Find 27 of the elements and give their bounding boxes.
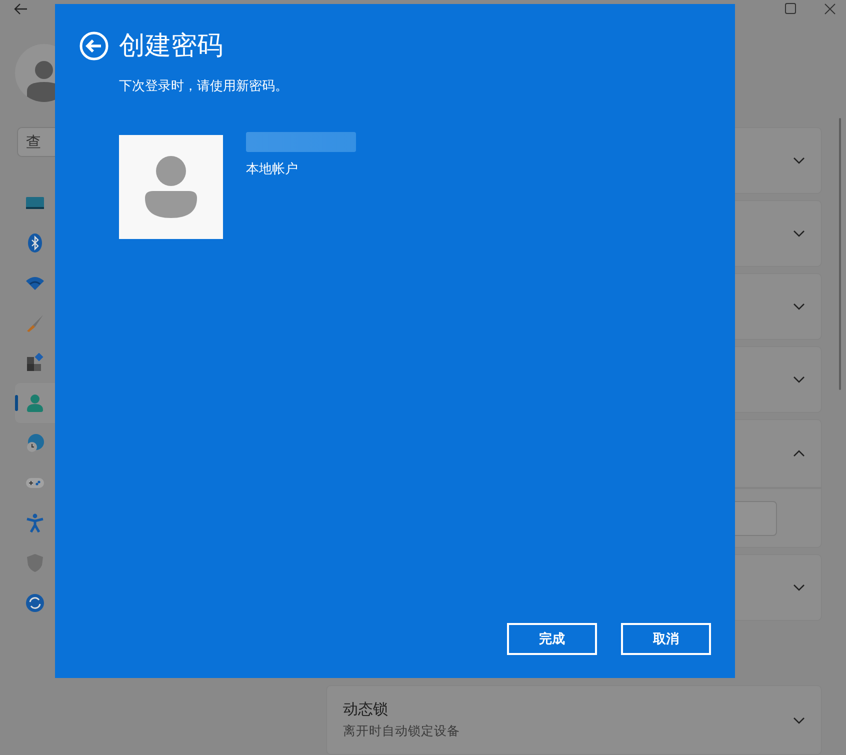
chevron-down-icon[interactable] (793, 376, 805, 383)
card-title: 动态锁 (343, 700, 389, 719)
chevron-up-icon[interactable] (793, 450, 805, 457)
update-icon (25, 593, 45, 613)
chevron-down-icon[interactable] (793, 157, 805, 164)
chevron-down-icon[interactable] (793, 303, 805, 310)
back-arrow-icon[interactable] (14, 2, 28, 14)
person-icon (25, 393, 45, 413)
bluetooth-icon (25, 233, 45, 253)
close-icon[interactable] (824, 2, 836, 14)
dialog-button[interactable]: 完成 (507, 623, 597, 655)
dialog-title: 创建密码 (119, 30, 223, 63)
dialog-subtitle: 下次登录时，请使用新密码。 (119, 78, 289, 95)
settings-card[interactable]: 动态锁 离开时自动锁定设备 (326, 685, 822, 755)
scrollbar[interactable] (839, 118, 841, 390)
chevron-down-icon[interactable] (793, 716, 805, 724)
back-icon[interactable] (79, 30, 109, 60)
dialog-button[interactable]: 取消 (621, 623, 711, 655)
globe-clock-icon (25, 433, 45, 453)
accessibility-icon (25, 513, 45, 533)
shield-icon (25, 553, 45, 573)
apps-icon (25, 353, 45, 373)
chevron-down-icon[interactable] (793, 230, 805, 237)
account-type: 本地帐户 (246, 161, 299, 178)
chevron-down-icon[interactable] (793, 584, 805, 591)
maximize-icon[interactable] (785, 3, 796, 14)
card-description: 离开时自动锁定设备 (343, 723, 461, 740)
